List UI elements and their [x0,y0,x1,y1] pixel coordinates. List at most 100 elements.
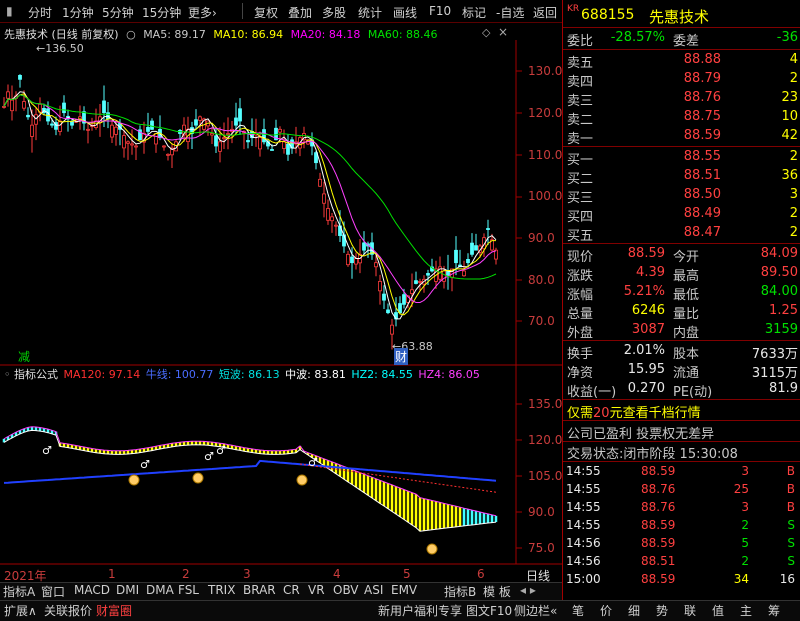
tab-asi[interactable]: ASI [364,583,383,599]
stat-value: 89.50 [760,265,798,280]
candle-body [378,281,382,292]
trade-status-row: 交易状态:闭市阶段 15:30:08 [567,447,738,462]
indicator-toggle-icon[interactable]: ◦ [4,368,11,381]
tool-f10[interactable]: F10 [429,4,451,18]
side-chou[interactable]: 筹 [768,602,780,620]
candle-body [86,128,90,131]
ind-y-105: 105.0 [528,469,563,483]
hz4-line [3,426,497,517]
tool-more[interactable]: 更多› [188,4,217,21]
candle-body [102,100,106,114]
money-bag-icon [192,472,204,484]
candle-body [234,117,238,126]
high-label: ←136.50 [36,42,84,55]
money-bag-icon [128,474,140,486]
tool-huaxian[interactable]: 画线 [393,4,417,21]
signal-male-icon: ♂ [42,444,52,457]
tool-5min[interactable]: 5分钟 [102,4,134,21]
tab-cr[interactable]: CR [283,583,300,599]
bid-row[interactable]: 买五 88.47 2 [563,224,800,244]
ask-volume: 42 [781,128,798,143]
candle-body [454,249,458,264]
marker-cai[interactable]: 财 [394,348,409,365]
tool-zixuan[interactable]: -自选 [496,4,524,21]
side-zhu[interactable]: 主 [740,602,752,620]
candle-body [134,145,138,148]
tool-tongji[interactable]: 统计 [358,4,382,21]
bid-label: 买一 [567,153,594,168]
tab-obv[interactable]: OBV [333,583,359,599]
stat-label: 涨幅 [567,288,594,303]
side-shi[interactable]: 势 [656,602,668,620]
ask-row[interactable]: 卖一 88.59 42 [563,127,800,147]
tool-diejia[interactable]: 叠加 [288,4,312,21]
ask-row[interactable]: 卖四 88.79 2 [563,70,800,90]
bid-volume: 2 [789,225,798,240]
fund-value: 15.95 [627,362,665,377]
candle-body [30,124,34,137]
tool-fuquan[interactable]: 复权 [254,4,278,21]
menu-icon[interactable]: ▮ [6,4,13,18]
tab-zhibiao-a[interactable]: 指标A [3,583,35,599]
fund-value: 0.270 [627,381,665,396]
bid-row[interactable]: 买三 88.50 3 [563,186,800,206]
stat-row: 涨跌 4.39 最高 89.50 [563,264,800,284]
bid-row[interactable]: 买四 88.49 2 [563,205,800,225]
tab-fsl[interactable]: FSL [178,583,199,599]
status-sidebar[interactable]: 侧边栏« [514,602,557,620]
candle-body [350,256,354,264]
status-expand[interactable]: 扩展∧ [4,602,37,620]
bid-row[interactable]: 买一 88.55 2 [563,148,800,168]
tab-window[interactable]: 窗口 [41,583,65,599]
side-jia[interactable]: 价 [600,602,612,620]
tab-trix[interactable]: TRIX [208,583,235,599]
tick-direction: 16 [779,572,795,586]
candle-body [390,324,394,335]
ask-row[interactable]: 卖三 88.76 23 [563,89,800,109]
tick-time: 14:55 [566,518,601,532]
tab-brar[interactable]: BRAR [243,583,276,599]
stock-name: 先惠技术 [649,8,710,26]
candle-body [218,141,222,152]
tool-biaoji[interactable]: 标记 [462,4,486,21]
tool-1min[interactable]: 1分钟 [62,4,94,21]
ask-volume: 2 [789,71,798,86]
stat-row: 外盘 3087 内盘 3159 [563,321,800,341]
ind-y-75: 75.0 [528,541,555,555]
promo-row[interactable]: 仅需20元查看千档行情 [563,401,800,421]
tool-duogu[interactable]: 多股 [322,4,346,21]
tool-15min[interactable]: 15分钟 [142,4,181,21]
tab-macd[interactable]: MACD [74,583,110,599]
tool-back[interactable]: 返回 [533,4,557,21]
candle-body [26,114,30,118]
side-bi[interactable]: 笔 [572,602,584,620]
tab-vr[interactable]: VR [308,583,325,599]
candle-body [346,253,350,266]
ask-row[interactable]: 卖五 88.88 4 [563,51,800,71]
bid-row[interactable]: 买二 88.51 36 [563,167,800,187]
side-zhi[interactable]: 值 [712,602,724,620]
candle-body [70,120,74,126]
side-lian[interactable]: 联 [684,602,696,620]
ask-row[interactable]: 卖二 88.75 10 [563,108,800,128]
candle-body [154,133,158,145]
status-wealth-circle[interactable]: 财富圈 [96,602,132,620]
tab-dmi[interactable]: DMI [116,583,139,599]
fund-value: 2.01% [623,343,665,358]
tick-price: 88.59 [641,536,676,550]
indicator-name[interactable]: 指标公式 [14,368,58,381]
status-new-user[interactable]: 新用户福利专享 [378,602,462,620]
fund-value: 3115万 [751,366,798,381]
status-f10[interactable]: 图文F10 [466,602,512,620]
tab-emv[interactable]: EMV [391,583,417,599]
tab-dma[interactable]: DMA [146,583,174,599]
tab-zhibiao-b[interactable]: 指标B [444,583,476,599]
side-xi[interactable]: 细 [628,602,640,620]
tab-template[interactable]: 模 板 [483,583,511,599]
status-related-quote[interactable]: 关联报价 [44,602,92,620]
tick-direction: B [786,464,795,478]
tab-arrows[interactable]: ◂ ▸ [520,583,536,599]
tool-fenshi[interactable]: 分时 [28,4,52,21]
y-tick-100: 100.0 [528,189,563,203]
tick-direction: B [786,482,795,496]
